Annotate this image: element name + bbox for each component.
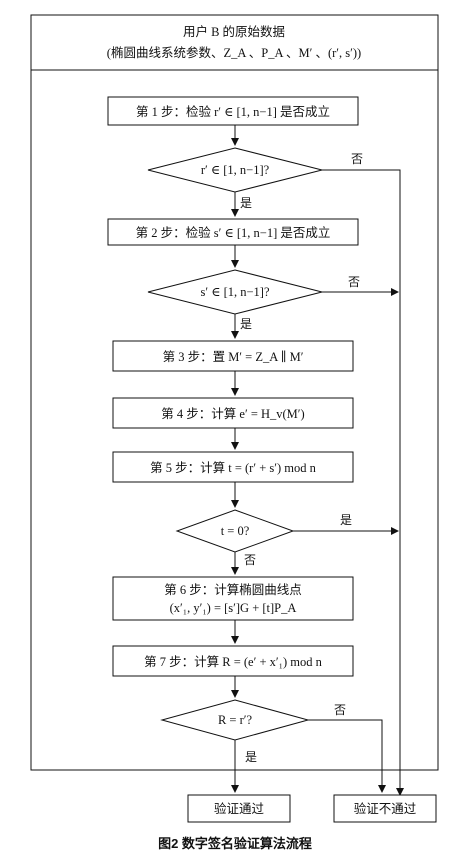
step3-label: 第 3 步：置 M′ = Z_A ∥ M′ xyxy=(163,350,304,364)
input-data-box xyxy=(30,14,439,71)
step6-label-line1: 第 6 步：计算椭圆曲线点 xyxy=(164,582,302,597)
edge-dec4-no xyxy=(308,719,386,793)
decision1-label: r′ ∈ [1, n−1]? xyxy=(201,163,270,177)
edge-dec1-yes-label: 是 xyxy=(240,196,252,210)
edge-dec2-yes-label: 是 xyxy=(240,317,252,331)
result-pass-label: 验证通过 xyxy=(214,801,265,816)
edge-dec3-no-label: 否 xyxy=(244,553,256,567)
flowchart: 用户 B 的原始数据 (椭圆曲线系统参数、Z_A 、P_A 、M′ 、(r′, … xyxy=(30,14,439,851)
step6-label-line2: (x′₁, y′₁) = [s′]G + [t]P_A xyxy=(170,601,297,615)
edge-dec1-no-label: 否 xyxy=(351,152,363,166)
input-data-title: 用户 B 的原始数据 xyxy=(183,24,285,39)
edge-dec2-no-label: 否 xyxy=(348,275,360,289)
step7-label: 第 7 步：计算 R = (e′ + x′₁) mod n xyxy=(144,654,322,669)
edge-dec3-yes-label: 是 xyxy=(340,513,352,527)
edge-dec4-yes-label: 是 xyxy=(245,750,257,764)
figure-caption: 图2 数字签名验证算法流程 xyxy=(158,836,312,851)
result-fail-label: 验证不通过 xyxy=(354,801,417,816)
decision3-label: t = 0? xyxy=(221,524,250,538)
step1-label: 第 1 步：检验 r′ ∈ [1, n−1] 是否成立 xyxy=(136,104,330,119)
step5-label: 第 5 步：计算 t = (r′ + s′) mod n xyxy=(150,460,316,475)
decision2-label: s′ ∈ [1, n−1]? xyxy=(200,285,269,299)
edge-dec4-no-label: 否 xyxy=(334,703,346,717)
input-data-params: (椭圆曲线系统参数、Z_A 、P_A 、M′ 、(r′, s′)) xyxy=(107,45,361,60)
step4-label: 第 4 步：计算 e′ = H_v(M′) xyxy=(161,406,304,421)
decision4-label: R = r′? xyxy=(218,713,253,727)
step2-label: 第 2 步：检验 s′ ∈ [1, n−1] 是否成立 xyxy=(136,225,331,240)
